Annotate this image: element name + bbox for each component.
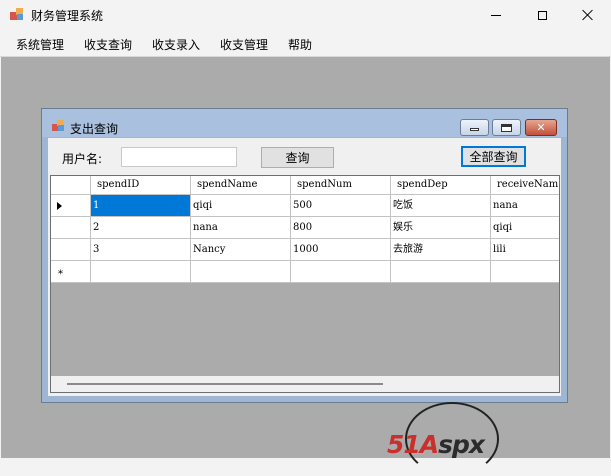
scrollbar-thumb[interactable] — [67, 383, 383, 385]
minimize-icon — [470, 128, 479, 131]
horizontal-scrollbar[interactable] — [51, 376, 559, 392]
row-header[interactable] — [51, 239, 91, 261]
child-close-button[interactable]: ✕ — [525, 119, 557, 136]
row-header[interactable] — [51, 195, 91, 217]
child-window-title: 支出查询 — [70, 122, 119, 136]
menu-help[interactable]: 帮助 — [288, 36, 312, 53]
grid-cell-new[interactable] — [91, 261, 191, 283]
menu-manage[interactable]: 收支管理 — [220, 36, 268, 53]
menu-bar: 系统管理 收支查询 收支录入 收支管理 帮助 — [0, 30, 611, 57]
column-header-spendnum[interactable]: spendNum — [291, 176, 391, 195]
grid-cell[interactable]: qiqi — [491, 217, 559, 239]
row-header[interactable] — [51, 217, 91, 239]
grid-cell-new[interactable] — [391, 261, 491, 283]
grid-cell[interactable]: 吃饭 — [391, 195, 491, 217]
grid-cell[interactable]: 800 — [291, 217, 391, 239]
child-title-bar[interactable]: 支出查询 ✕ — [42, 109, 567, 137]
grid-cell-new[interactable] — [491, 261, 559, 283]
maximize-icon — [501, 123, 512, 132]
grid-cell[interactable]: nana — [191, 217, 291, 239]
grid-cell[interactable]: qiqi — [191, 195, 291, 217]
child-app-icon — [52, 120, 65, 132]
grid-cell[interactable]: 去旅游 — [391, 239, 491, 261]
main-title-bar[interactable]: 财务管理系统 — [0, 0, 611, 30]
close-button[interactable] — [565, 0, 611, 30]
grid-cell[interactable]: Nancy — [191, 239, 291, 261]
menu-query[interactable]: 收支查询 — [84, 36, 132, 53]
menu-entry[interactable]: 收支录入 — [152, 36, 200, 53]
grid-cell[interactable]: nana — [491, 195, 559, 217]
close-icon: ✕ — [536, 121, 546, 134]
menu-system[interactable]: 系统管理 — [16, 36, 64, 53]
grid-cell[interactable]: 娱乐 — [391, 217, 491, 239]
grid-cell[interactable]: 500 — [291, 195, 391, 217]
watermark-logo: 51Aspx — [383, 400, 513, 476]
window-title: 财务管理系统 — [31, 9, 104, 23]
maximize-icon — [537, 10, 547, 20]
data-grid[interactable]: spendID spendName spendNum spendDep rece… — [50, 175, 560, 393]
close-icon — [582, 9, 594, 21]
minimize-button[interactable] — [473, 0, 519, 30]
child-maximize-button[interactable] — [492, 119, 521, 136]
grid-cell[interactable]: 2 — [91, 217, 191, 239]
new-row-icon: * — [58, 269, 63, 280]
query-all-button[interactable]: 全部查询 — [461, 146, 526, 167]
child-window: 支出查询 ✕ 用户名: 查询 全部查询 spendID spendName sp… — [41, 108, 568, 403]
watermark-text: 51Aspx — [387, 430, 485, 459]
grid-cell[interactable]: 1 — [91, 195, 191, 217]
new-row-header[interactable]: * — [51, 261, 91, 283]
query-button[interactable]: 查询 — [261, 147, 334, 168]
column-header-spendname[interactable]: spendName — [191, 176, 291, 195]
column-header-spenddep[interactable]: spendDep — [391, 176, 491, 195]
app-icon — [10, 8, 24, 21]
grid-corner-header[interactable] — [51, 176, 91, 195]
grid-cell[interactable]: 1000 — [291, 239, 391, 261]
column-header-receivename[interactable]: receiveNam — [491, 176, 559, 195]
username-input[interactable] — [121, 147, 237, 167]
minimize-icon — [491, 14, 501, 16]
grid-cell[interactable]: lili — [491, 239, 559, 261]
current-row-arrow-icon — [57, 202, 62, 210]
child-client-area: 用户名: 查询 全部查询 spendID spendName spendNum … — [48, 138, 561, 396]
username-label: 用户名: — [62, 152, 103, 166]
grid-cell[interactable]: 3 — [91, 239, 191, 261]
child-minimize-button[interactable] — [460, 119, 489, 136]
column-header-spendid[interactable]: spendID — [91, 176, 191, 195]
maximize-button[interactable] — [519, 0, 565, 30]
grid-cell-new[interactable] — [191, 261, 291, 283]
grid-cell-new[interactable] — [291, 261, 391, 283]
